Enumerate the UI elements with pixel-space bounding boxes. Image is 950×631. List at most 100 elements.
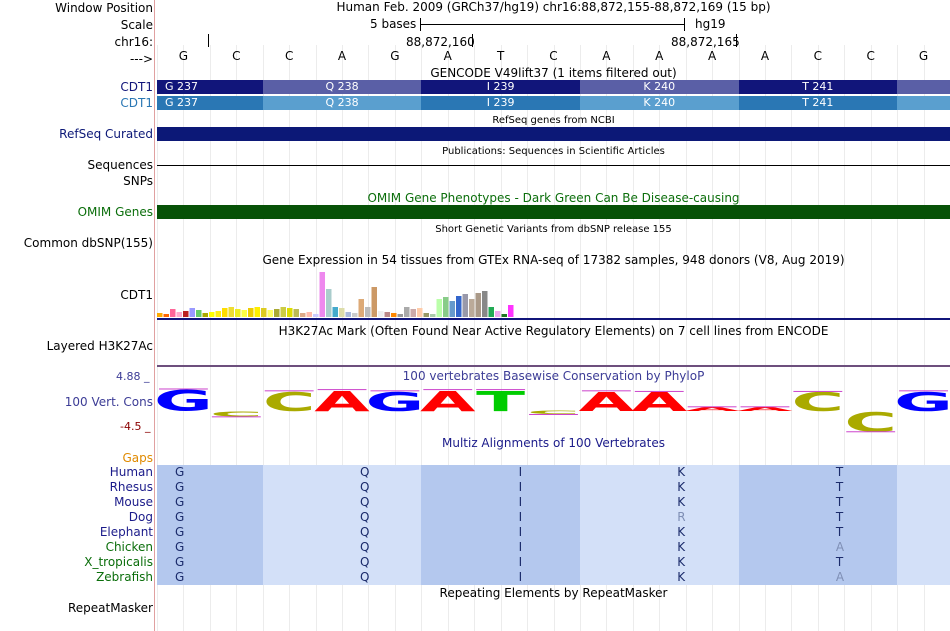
gtex-tissue-bar[interactable] — [306, 312, 313, 317]
multiz-species-label[interactable]: Dog — [129, 510, 153, 524]
multiz-species-label[interactable]: Rhesus — [110, 480, 153, 494]
gtex-tissue-bar[interactable] — [436, 299, 443, 317]
gencode-transcript-1[interactable]: G 237 Q 238 I 239 K 240 T 241 — [157, 80, 950, 94]
multiz-species-row[interactable]: GQIKT — [157, 555, 950, 570]
omim-gene-bar[interactable] — [157, 205, 950, 219]
gtex-tissue-bar[interactable] — [202, 313, 209, 317]
gtex-tissue-bar[interactable] — [274, 309, 280, 317]
omim-label[interactable]: OMIM Genes — [78, 205, 153, 219]
codon-segment[interactable]: G 237 — [157, 80, 263, 94]
gtex-tissue-bar[interactable] — [241, 310, 248, 317]
gtex-tissue-bar[interactable] — [508, 305, 514, 317]
gtex-tissue-bar[interactable] — [280, 307, 287, 317]
dbsnp-label[interactable]: Common dbSNP(155) — [24, 236, 153, 250]
gtex-tissue-bar[interactable] — [163, 314, 170, 317]
multiz-species-label[interactable]: Elephant — [100, 525, 153, 539]
gtex-tissue-bar[interactable] — [501, 314, 508, 317]
codon-segment[interactable]: Q 238 — [262, 80, 422, 94]
gtex-tissue-bar[interactable] — [332, 307, 339, 317]
gtex-tissue-bar[interactable] — [482, 291, 488, 317]
gtex-tissue-bar[interactable] — [456, 296, 462, 317]
codon-segment[interactable]: G 237 — [157, 96, 263, 110]
gaps-label[interactable]: Gaps — [122, 451, 153, 465]
multiz-species-label[interactable]: Zebrafish — [96, 570, 153, 584]
codon-segment[interactable]: I 239 — [421, 80, 580, 94]
gencode-label-2[interactable]: CDT1 — [120, 96, 153, 110]
multiz-species-label[interactable]: X_tropicalis — [84, 555, 153, 569]
codon-segment[interactable]: K 240 — [579, 80, 739, 94]
gtex-tissue-bar[interactable] — [397, 314, 404, 317]
gtex-tissue-bar[interactable] — [319, 272, 326, 317]
gtex-tissue-bar[interactable] — [495, 311, 501, 317]
gtex-tissue-bar[interactable] — [254, 307, 261, 317]
repeatmasker-label[interactable]: RepeatMasker — [68, 601, 153, 615]
gtex-tissue-bar[interactable] — [345, 312, 352, 317]
gtex-tissue-bar[interactable] — [404, 307, 410, 317]
multiz-species-row[interactable]: GQIKT — [157, 480, 950, 495]
gtex-tissue-bar[interactable] — [170, 309, 176, 317]
gtex-tissue-bar[interactable] — [176, 312, 183, 317]
gtex-tissue-bar[interactable] — [430, 314, 436, 317]
sequences-label[interactable]: Sequences — [88, 158, 153, 172]
gtex-tissue-bar[interactable] — [417, 308, 423, 317]
gtex-tissue-bar[interactable] — [365, 307, 371, 317]
codon-segment[interactable]: Q 238 — [262, 96, 422, 110]
gtex-tissue-bar[interactable] — [157, 313, 163, 317]
gtex-label[interactable]: CDT1 — [120, 288, 153, 302]
gtex-tissue-bar[interactable] — [358, 299, 365, 317]
multiz-species-label[interactable]: Human — [110, 465, 153, 479]
gencode-transcript-2[interactable]: G 237 Q 238 I 239 K 240 T 241 — [157, 96, 950, 110]
gtex-tissue-bar[interactable] — [189, 308, 196, 317]
gtex-tissue-bar[interactable] — [391, 313, 397, 317]
gtex-tissue-bar[interactable] — [300, 313, 306, 317]
gtex-tissue-bar[interactable] — [469, 299, 475, 317]
codon-segment[interactable]: K 240 — [579, 96, 739, 110]
gtex-tissue-bar[interactable] — [293, 309, 300, 317]
codon-segment[interactable]: T 241 — [738, 80, 898, 94]
multiz-species-row[interactable]: GQIKA — [157, 570, 950, 585]
gtex-tissue-bar[interactable] — [261, 308, 267, 317]
gtex-tissue-bar[interactable] — [287, 308, 293, 317]
multiz-species-label[interactable]: Chicken — [106, 540, 153, 554]
refseq-gene-bar[interactable] — [157, 127, 950, 141]
gtex-tissue-bar[interactable] — [462, 294, 469, 317]
gtex-tissue-bar[interactable] — [378, 311, 384, 317]
gtex-tissue-bar[interactable] — [423, 313, 430, 317]
gtex-tissue-bar[interactable] — [326, 289, 332, 317]
codon-segment[interactable]: T 241 — [738, 96, 898, 110]
gtex-tissue-bar[interactable] — [183, 311, 189, 317]
gtex-tissue-bar[interactable] — [488, 307, 495, 317]
gtex-tissue-bar[interactable] — [352, 313, 358, 317]
gtex-tissue-bar[interactable] — [196, 310, 202, 317]
multiz-species-row[interactable]: GQIRT — [157, 510, 950, 525]
gtex-tissue-bar[interactable] — [313, 314, 319, 317]
codon-segment-partial[interactable] — [897, 96, 950, 110]
gtex-tissue-bar[interactable] — [215, 311, 222, 317]
multiz-species-row[interactable]: GQIKA — [157, 540, 950, 555]
multiz-species-row[interactable]: GQIKT — [157, 465, 950, 480]
multiz-species-row[interactable]: GQIKT — [157, 495, 950, 510]
gtex-tissue-bar[interactable] — [228, 307, 235, 317]
gtex-tissue-bar[interactable] — [384, 312, 391, 317]
refseq-label[interactable]: RefSeq Curated — [59, 127, 153, 141]
snps-label[interactable]: SNPs — [123, 174, 153, 188]
codon-segment[interactable]: I 239 — [421, 96, 580, 110]
gtex-tissue-bar[interactable] — [475, 293, 482, 317]
codon-segment-partial[interactable] — [897, 80, 950, 94]
phylop-logo-chart[interactable]: GC CAGA T CAAAACCG — [157, 380, 950, 436]
gtex-tissue-bar[interactable] — [267, 310, 274, 317]
gtex-tissue-bar[interactable] — [235, 309, 241, 317]
gtex-tissue-bar[interactable] — [443, 297, 449, 317]
gtex-tissue-bar[interactable] — [371, 287, 378, 317]
multiz-species-label[interactable]: Mouse — [114, 495, 153, 509]
gtex-tissue-bar[interactable] — [410, 309, 417, 317]
gencode-label-1[interactable]: CDT1 — [120, 80, 153, 94]
gtex-expression-chart[interactable] — [157, 267, 950, 320]
gtex-tissue-bar[interactable] — [248, 308, 254, 317]
gtex-tissue-bar[interactable] — [339, 308, 345, 317]
gtex-tissue-bar[interactable] — [449, 301, 456, 317]
multiz-species-row[interactable]: GQIKT — [157, 525, 950, 540]
gtex-tissue-bar[interactable] — [222, 308, 228, 317]
gtex-tissue-bar[interactable] — [209, 312, 215, 317]
h3k27ac-label[interactable]: Layered H3K27Ac — [47, 339, 153, 353]
